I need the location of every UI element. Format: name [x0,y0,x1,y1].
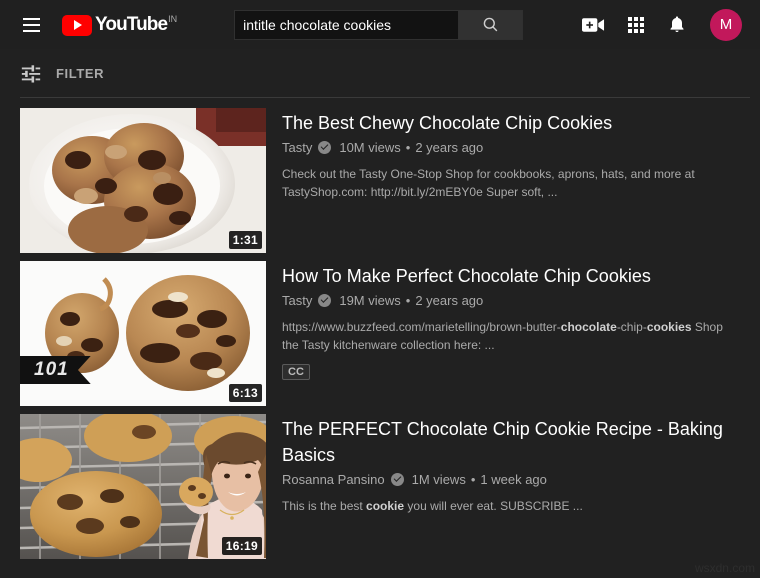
meta-separator: • [405,140,411,155]
grid-dot [634,22,638,27]
video-title[interactable]: The PERFECT Chocolate Chip Cookie Recipe… [282,416,742,468]
header-action-icons: M [582,8,742,41]
filter-button[interactable]: FILTER [20,62,104,84]
meta-separator: • [470,472,476,487]
cc-badge: CC [282,364,310,380]
meta-separator: • [405,293,411,308]
search-result-item: 16:19 The PERFECT Chocolate Chip Cookie … [20,414,760,559]
search-icon [483,17,498,32]
create-video-icon[interactable] [582,16,605,34]
verified-badge-icon [390,473,404,486]
search-result-item: 101 6:13 How To Make Perfect Chocolate C… [20,261,760,406]
grid-dot [634,16,638,21]
youtube-wordmark: YouTube [95,13,168,35]
grid-dot [628,28,632,33]
notifications-bell-icon[interactable] [667,14,687,35]
video-duration: 6:13 [228,384,262,402]
video-description: https://www.buzzfeed.com/marietelling/br… [282,320,723,352]
video-thumbnail[interactable]: 101 6:13 [20,261,266,406]
filter-label: FILTER [56,65,105,81]
search-button[interactable] [459,9,524,40]
video-thumbnail[interactable]: 16:19 [20,414,266,559]
video-title[interactable]: The Best Chewy Chocolate Chip Cookies [282,110,742,136]
grid-dot [628,16,632,21]
menu-bar-1 [22,17,40,20]
grid-dot [640,22,644,27]
tune-sliders-icon [21,65,41,83]
grid-dot [640,16,644,21]
search-results-list: 1:31 The Best Chewy Chocolate Chip Cooki… [0,98,760,559]
video-info: How To Make Perfect Chocolate Chip Cooki… [266,261,760,406]
menu-bar-3 [22,29,40,32]
view-count: 10M views [339,140,401,155]
channel-name[interactable]: Rosanna Pansino [282,472,385,487]
search-input[interactable] [234,9,460,40]
country-code-label: IN [168,13,178,24]
video-info: The Best Chewy Chocolate Chip Cookies Ta… [266,108,760,253]
verified-badge-icon [318,141,332,154]
upload-age: 1 week ago [480,472,547,487]
video-meta: Tasty 19M views • 2 years ago [282,293,760,308]
video-duration: 16:19 [221,537,262,555]
youtube-play-icon [62,14,92,36]
video-description: Check out the Tasty One-Stop Shop for co… [282,167,695,199]
upload-age: 2 years ago [415,140,484,155]
upload-age: 2 years ago [415,293,484,308]
view-count: 1M views [411,472,466,487]
search-result-item: 1:31 The Best Chewy Chocolate Chip Cooki… [20,108,760,253]
site-watermark: wsxdn.com [694,561,755,575]
video-description: This is the best cookie you will ever ea… [282,499,583,513]
menu-bar-2 [22,23,40,26]
video-meta: Rosanna Pansino 1M views • 1 week ago [282,472,760,487]
video-duration: 1:31 [228,231,262,249]
video-thumbnail[interactable]: 1:31 [20,108,266,253]
verified-badge-icon [318,294,332,307]
grid-dot [634,28,638,33]
channel-name[interactable]: Tasty [282,293,312,308]
filter-bar: FILTER [0,49,760,97]
youtube-logo[interactable]: YouTube IN [62,13,177,37]
grid-dot [628,22,632,27]
hamburger-menu-icon[interactable] [14,8,48,42]
top-header-bar: YouTube IN intitle chocolate cookies M [0,0,760,49]
search-bar [234,9,524,40]
apps-grid-icon[interactable] [628,16,644,33]
avatar[interactable]: M [710,8,742,41]
video-info: The PERFECT Chocolate Chip Cookie Recipe… [266,414,760,559]
grid-dot [640,28,644,33]
video-meta: Tasty 10M views • 2 years ago [282,140,760,155]
video-title[interactable]: How To Make Perfect Chocolate Chip Cooki… [282,263,742,289]
channel-name[interactable]: Tasty [282,140,312,155]
view-count: 19M views [339,293,401,308]
